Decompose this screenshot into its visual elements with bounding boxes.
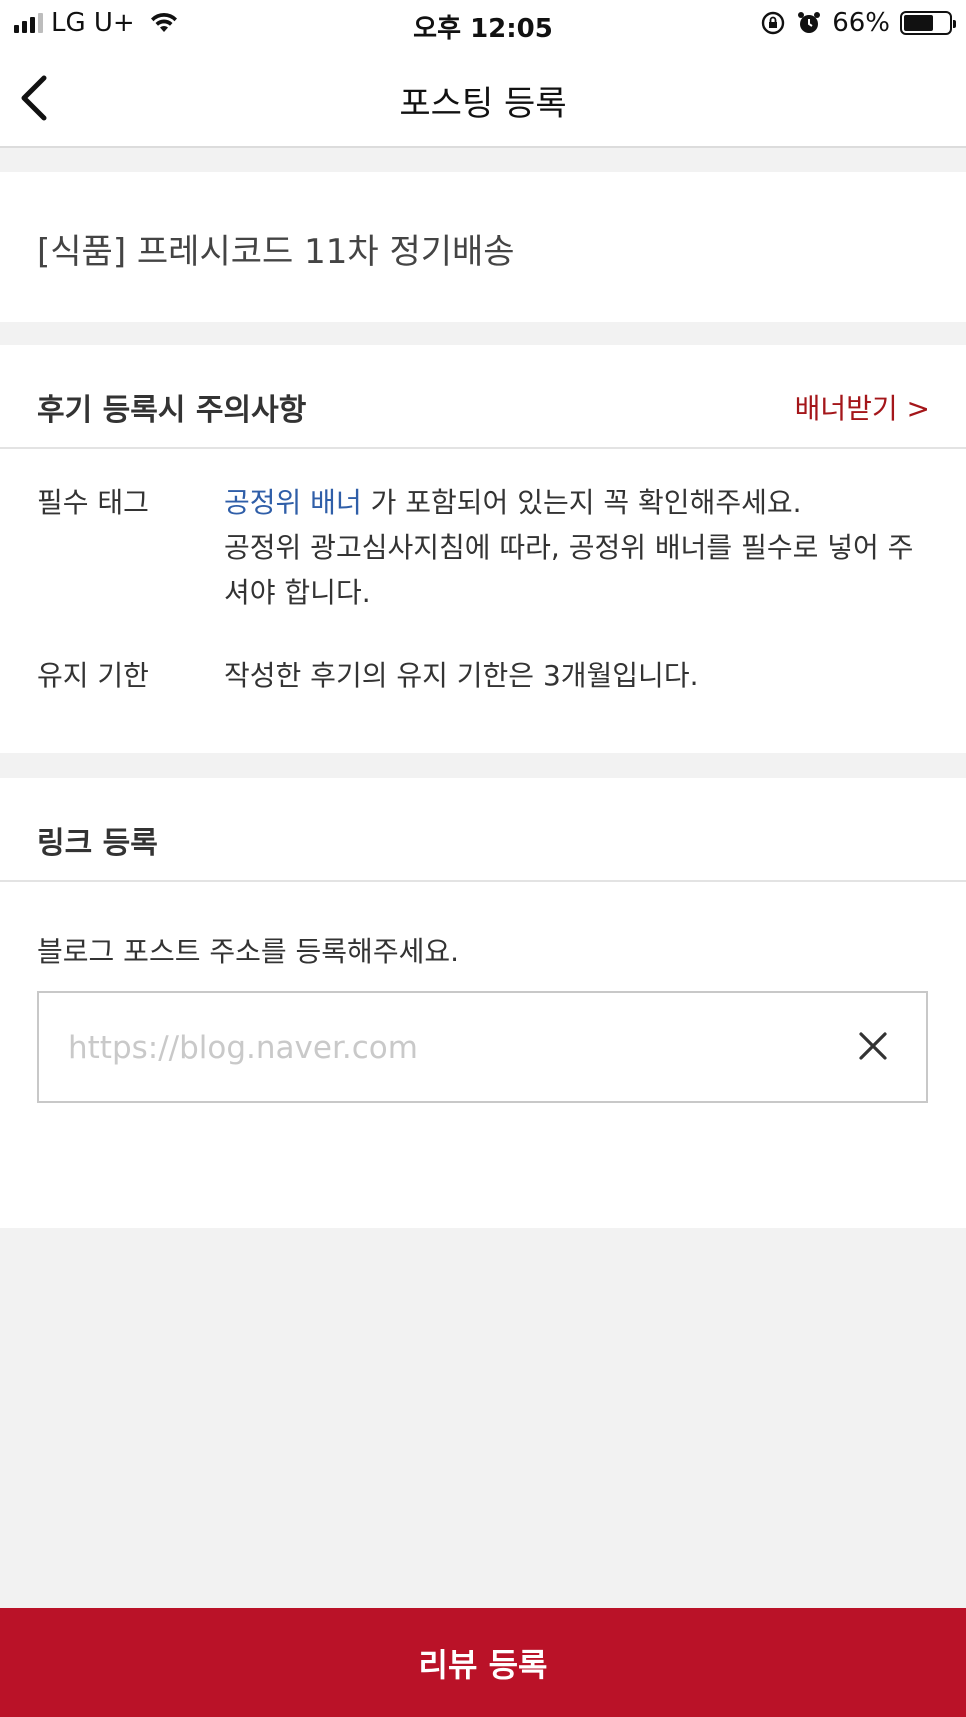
ftc-banner-highlight: 공정위 배너 [224,486,362,519]
clear-button[interactable] [856,1029,890,1063]
navigation-bar: 포스팅 등록 [0,50,966,148]
required-tag-text: 공정위 배너 가 포함되어 있는지 꼭 확인해주세요. 공정위 광고심사지침에 … [224,480,924,615]
link-header: 링크 등록 [0,778,966,882]
url-input[interactable] [66,1019,830,1077]
battery-fill [904,15,934,31]
required-tag-text-1: 가 포함되어 있는지 꼭 확인해주세요. [361,486,802,519]
link-instruction: 블로그 포스트 주소를 등록해주세요. [37,935,460,968]
keep-period-text: 작성한 후기의 유지 기한은 3개월입니다. [224,659,699,692]
notice-header: 후기 등록시 주의사항 배너받기 > [0,345,966,449]
status-bar: LG U+ 오후 12:05 66% [0,0,966,50]
required-tag-text-2: 공정위 광고심사지침에 따라, 공정위 배너를 필수로 넣어 주셔야 합니다. [224,531,914,609]
close-icon [859,1032,887,1060]
product-card: [식품] 프레시코드 11차 정기배송 [0,172,966,322]
product-title: [식품] 프레시코드 11차 정기배송 [37,232,515,272]
keep-period-label: 유지 기한 [37,659,149,692]
status-right: 66% [760,8,956,38]
url-field [37,991,928,1103]
battery-icon [900,11,956,35]
alarm-icon [798,12,821,33]
get-banner-link[interactable]: 배너받기 > [795,387,930,427]
required-tag-label: 필수 태그 [37,486,149,519]
link-title: 링크 등록 [37,826,158,861]
link-register-section: 링크 등록 블로그 포스트 주소를 등록해주세요. [0,778,966,1228]
submit-review-button[interactable]: 리뷰 등록 [0,1608,966,1717]
rotation-lock-icon [762,11,785,35]
notice-title: 후기 등록시 주의사항 [37,393,307,428]
page-title: 포스팅 등록 [399,84,567,124]
battery-percent: 66% [832,8,890,38]
